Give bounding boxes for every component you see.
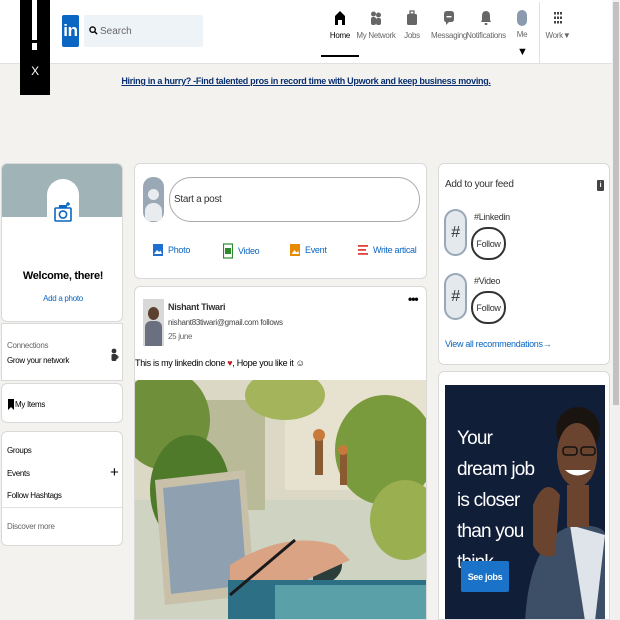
follow-hashtags-link[interactable]: Follow Hashtags — [7, 491, 62, 500]
follow-button[interactable]: Follow — [471, 291, 506, 324]
post-text: This is my linkedin clone ♥, Hope you li… — [135, 358, 305, 368]
nav-home-label: Home — [329, 31, 351, 40]
nav-jobs-label: Jobs — [404, 31, 420, 40]
write-article-button[interactable]: Write artical — [358, 243, 417, 257]
profile-card: Welcome, there! Add a photo — [1, 163, 123, 322]
hashtag-name[interactable]: #Linkedin — [474, 212, 510, 222]
event-button[interactable]: Event — [290, 243, 327, 257]
post-text-after: , Hope you like it — [232, 358, 296, 368]
share-box: Start a post Photo Video Event Write art… — [134, 163, 427, 279]
connections-title: Connections — [7, 341, 49, 350]
article-icon — [358, 245, 368, 255]
scrollbar-thumb[interactable] — [613, 2, 619, 405]
info-icon[interactable]: i — [597, 180, 604, 191]
view-all-recommendations-link[interactable]: View all recommendations→ — [445, 339, 552, 349]
nav-work-label: Work▼ — [545, 31, 571, 40]
post-date: 25 june — [168, 332, 193, 341]
nav-work[interactable]: Work▼ — [533, 10, 583, 40]
events-link[interactable]: Events — [7, 469, 30, 478]
groups-card: Groups Events + Follow Hashtags Discover… — [1, 431, 123, 546]
avatar — [143, 177, 164, 222]
follow-button[interactable]: Follow — [471, 227, 506, 260]
avatar-body — [145, 203, 162, 221]
photo-label: Photo — [168, 245, 191, 255]
search-icon — [89, 26, 98, 35]
overlay-close-strip[interactable]: X — [20, 0, 50, 95]
ad-banner[interactable]: Your dream job is closer than you think … — [445, 385, 605, 619]
write-article-label: Write artical — [373, 245, 417, 255]
top-navbar: in Home My Network Jobs Messaging Notifi… — [0, 0, 612, 64]
arrow-right-icon: → — [542, 339, 552, 349]
linkedin-logo[interactable]: in — [62, 15, 79, 47]
video-label: Video — [238, 246, 260, 256]
camera-icon — [54, 202, 72, 222]
avatar[interactable] — [143, 299, 164, 346]
profile-avatar[interactable] — [47, 179, 79, 243]
post-subtitle: nishant83tiwari@gmail.com follows — [168, 318, 283, 327]
post-author[interactable]: Nishant Tiwari — [168, 302, 225, 312]
start-post-button[interactable]: Start a post — [169, 177, 420, 222]
hashtag-name[interactable]: #Video — [474, 276, 500, 286]
post-text-before: This is my linkedin clone — [135, 358, 228, 368]
grid-icon — [554, 12, 562, 24]
my-items-label: My Items — [15, 400, 46, 409]
nav-active-underline — [321, 55, 359, 57]
promo-banner: Hiring in a hurry? -Find talented pros i… — [0, 76, 612, 86]
add-to-feed-card: Add to your feed i # #Linkedin Follow # … — [438, 163, 610, 365]
event-label: Event — [305, 245, 327, 255]
photo-icon — [153, 244, 163, 256]
see-jobs-button[interactable]: See jobs — [461, 561, 509, 592]
my-items-card[interactable]: My Items — [1, 383, 123, 423]
search-box[interactable] — [84, 15, 203, 47]
close-icon[interactable]: X — [20, 64, 50, 78]
connections-card[interactable]: Connections Grow your network — [1, 323, 123, 381]
welcome-text: Welcome, there! — [22, 270, 104, 282]
event-icon — [290, 244, 300, 256]
chevron-down-icon[interactable]: ▼ — [517, 46, 528, 58]
groups-divider — [2, 507, 122, 508]
add-connection-icon[interactable] — [111, 348, 119, 362]
video-icon — [223, 243, 233, 259]
smile-icon: ☺ — [295, 358, 305, 368]
search-input[interactable] — [100, 21, 200, 41]
hashtag-icon: # — [444, 273, 467, 320]
more-options-icon[interactable]: ••• — [408, 292, 419, 306]
add-photo-link[interactable]: Add a photo — [2, 294, 122, 303]
avatar-head — [148, 307, 159, 320]
briefcase-icon — [407, 10, 417, 25]
nav-me-label: Me — [516, 30, 528, 39]
ad-card[interactable]: Your dream job is closer than you think … — [438, 371, 610, 620]
home-icon — [335, 11, 345, 25]
overlay-bar-gap — [32, 40, 37, 43]
promo-text[interactable]: -Find talented pros in record time with … — [193, 76, 491, 86]
network-icon — [371, 11, 381, 25]
page-scrollbar[interactable] — [612, 0, 620, 620]
feed-post: Nishant Tiwari nishant83tiwari@gmail.com… — [134, 286, 427, 620]
groups-link[interactable]: Groups — [7, 446, 32, 455]
bookmark-icon — [8, 399, 14, 410]
add-event-icon[interactable]: + — [110, 464, 119, 481]
photo-button[interactable]: Photo — [153, 243, 190, 257]
feed-title: Add to your feed — [445, 179, 514, 190]
connections-subtitle: Grow your network — [7, 356, 70, 365]
avatar-head — [148, 189, 159, 200]
message-icon — [444, 11, 454, 25]
promo-link[interactable]: Hiring in a hurry? — [121, 76, 193, 86]
video-button[interactable]: Video — [223, 243, 260, 259]
avatar — [517, 10, 527, 26]
avatar-body — [145, 321, 162, 346]
hashtag-icon: # — [444, 209, 467, 256]
bell-icon — [481, 11, 491, 25]
ad-headline: Your dream job is closer than you think — [457, 428, 535, 573]
post-image[interactable] — [135, 380, 427, 620]
discover-more-link[interactable]: Discover more — [7, 522, 55, 531]
view-all-label: View all recommendations — [445, 339, 543, 349]
